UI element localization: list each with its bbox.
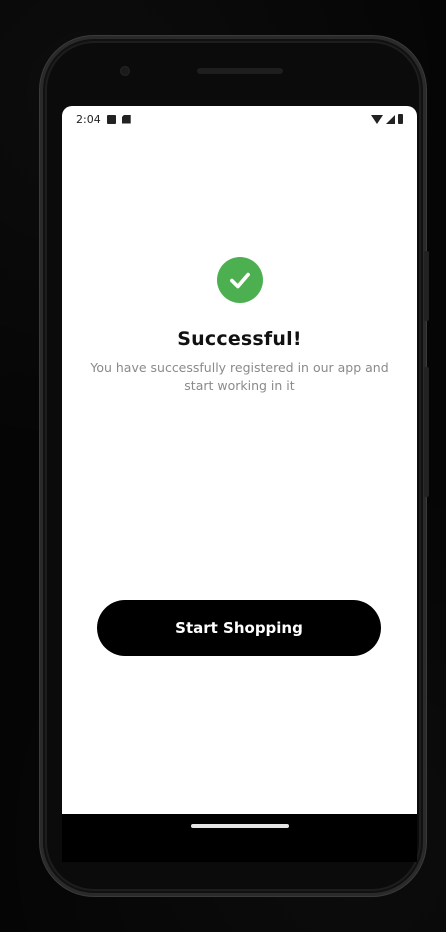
app-screen: 2:04 Successful! You have successfully r… bbox=[62, 106, 417, 814]
navigation-bar bbox=[62, 814, 417, 862]
phone-frame: 2:04 Successful! You have successfully r… bbox=[40, 36, 429, 896]
success-message: You have successfully registered in our … bbox=[90, 360, 389, 393]
earpiece-speaker bbox=[197, 68, 283, 74]
volume-button bbox=[424, 367, 429, 497]
start-shopping-button[interactable]: Start Shopping bbox=[97, 600, 381, 656]
checkmark-icon bbox=[230, 272, 250, 289]
power-button bbox=[424, 251, 429, 321]
backdrop: 2:04 Successful! You have successfully r… bbox=[0, 0, 446, 932]
front-camera-icon bbox=[120, 66, 130, 76]
home-indicator[interactable] bbox=[191, 824, 289, 828]
success-content: Successful! You have successfully regist… bbox=[62, 106, 417, 814]
success-title: Successful! bbox=[177, 328, 302, 350]
check-circle-icon bbox=[217, 257, 263, 303]
